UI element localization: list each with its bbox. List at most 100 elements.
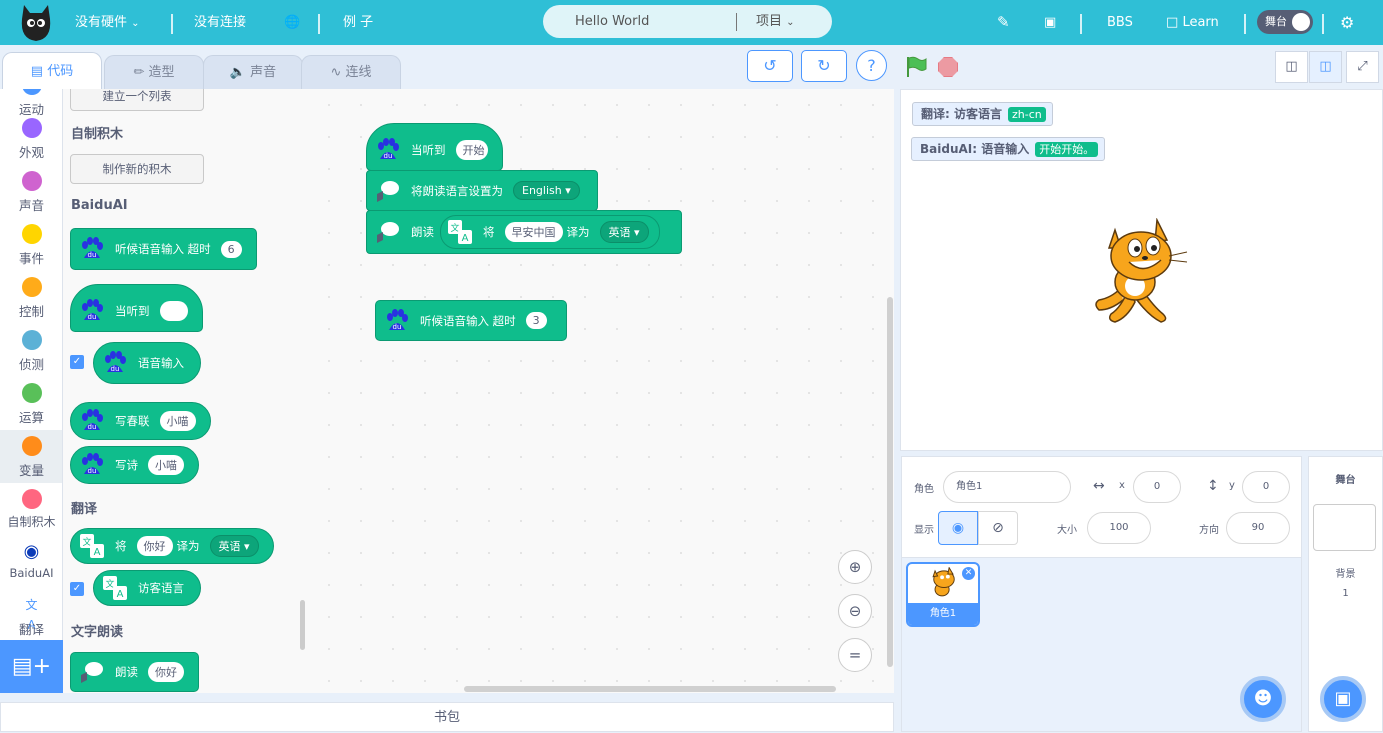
tab-code[interactable]: ▤ 代码: [2, 52, 102, 91]
block-couplet[interactable]: du 写春联 小喵: [70, 402, 211, 440]
help-button[interactable]: ?: [856, 50, 887, 81]
make-list-button[interactable]: 建立一个列表: [70, 89, 204, 111]
learn-link[interactable]: □ Learn: [1166, 0, 1219, 45]
direction-input[interactable]: 90: [1226, 512, 1290, 544]
category-variables[interactable]: 变量: [0, 430, 62, 483]
poem-input[interactable]: 小喵: [148, 455, 184, 475]
language-globe-icon[interactable]: 🌐: [284, 0, 300, 45]
category-my-blocks[interactable]: 自制积木: [0, 483, 62, 536]
fullscreen-button[interactable]: ⤢: [1346, 51, 1379, 83]
block-translate[interactable]: 文A 将 你好 译为 英语 ▾: [70, 528, 274, 564]
block-poem[interactable]: du 写诗 小喵: [70, 446, 199, 484]
ws-block-set-speak-language[interactable]: 将朗读语言设置为 English ▾: [366, 170, 598, 211]
cat-sprite[interactable]: [1091, 218, 1191, 324]
small-stage-button[interactable]: ◫: [1275, 51, 1308, 83]
sprite-thumbnail[interactable]: ✕ 角色1: [906, 562, 980, 627]
connection-menu[interactable]: 没有连接: [194, 0, 246, 45]
block-when-hear[interactable]: du 当听到: [70, 284, 203, 332]
zoom-out-button[interactable]: ⊖: [838, 594, 872, 628]
cat-logo-icon[interactable]: [18, 3, 54, 43]
tab-wiring[interactable]: ∿ 连线: [301, 55, 401, 91]
tab-costumes[interactable]: ✏ 造型: [104, 55, 204, 91]
category-sound[interactable]: 声音: [0, 165, 62, 218]
ws-block-speak-translated[interactable]: 朗读 文A 将 早安中国 译为 英语 ▾: [366, 210, 682, 254]
timeout-input[interactable]: 6: [220, 240, 242, 258]
ws-block-when-hear[interactable]: du 当听到 开始: [366, 123, 503, 171]
sprite-name-input[interactable]: 角色1: [943, 471, 1071, 503]
ws-timeout-input[interactable]: 3: [525, 312, 547, 329]
section-title-tts: 文字朗读: [71, 625, 124, 640]
undo-button[interactable]: ↺: [747, 50, 793, 82]
svg-text:du: du: [88, 313, 97, 321]
add-extension-button[interactable]: ▤+: [0, 640, 63, 693]
ws-translate-language-dropdown[interactable]: 英语 ▾: [599, 221, 649, 243]
ws-speak-language-dropdown[interactable]: English ▾: [513, 181, 580, 200]
y-input[interactable]: 0: [1242, 471, 1290, 503]
gear-icon[interactable]: ⚙: [1340, 0, 1354, 45]
workspace-horizontal-scrollbar[interactable]: [464, 686, 836, 692]
category-looks[interactable]: 外观: [0, 112, 62, 165]
stage[interactable]: 翻译: 访客语言 zh-cn BaiduAI: 语音输入 开始开始。: [900, 89, 1383, 451]
ws-translate-text-input[interactable]: 早安中国: [504, 222, 563, 242]
baidu-paw-icon: du: [82, 299, 103, 321]
block-speak[interactable]: 朗读 你好: [70, 652, 199, 692]
stage-thumbnail[interactable]: [1313, 504, 1376, 551]
hardware-menu[interactable]: 没有硬件 ⌄: [75, 0, 140, 45]
backpack[interactable]: 书包: [0, 702, 894, 732]
category-baiduai[interactable]: ◉ BaiduAI: [0, 536, 62, 589]
zoom-reset-button[interactable]: =: [838, 638, 872, 672]
category-operators[interactable]: 运算: [0, 377, 62, 430]
project-menu[interactable]: 项目 ⌄: [756, 5, 795, 39]
svg-text:du: du: [88, 251, 97, 259]
edit-pencil-icon[interactable]: ✎: [997, 0, 1010, 45]
block-speech-input[interactable]: du 语音输入: [93, 342, 201, 384]
hide-sprite-eye-icon[interactable]: ⊘: [978, 511, 1018, 545]
block-visitor-language[interactable]: 文A 访客语言: [93, 570, 201, 606]
visitor-language-checkbox[interactable]: ✓: [70, 582, 84, 596]
category-control[interactable]: 控制: [0, 271, 62, 324]
stage-mode-toggle[interactable]: 舞台: [1257, 10, 1313, 34]
translate-language-dropdown[interactable]: 英语 ▾: [209, 535, 259, 557]
make-block-button[interactable]: 制作新的积木: [70, 154, 204, 184]
size-input[interactable]: 100: [1087, 512, 1151, 544]
block-listen-timeout[interactable]: du 听候语音输入 超时 6: [70, 228, 257, 270]
stop-button[interactable]: [938, 57, 958, 77]
workspace-vertical-scrollbar[interactable]: [887, 297, 893, 667]
palette-scrollbar[interactable]: [300, 600, 305, 650]
speech-input-checkbox[interactable]: ✓: [70, 355, 84, 369]
category-events[interactable]: 事件: [0, 218, 62, 271]
translate-text-input[interactable]: 你好: [136, 536, 173, 556]
green-flag-icon[interactable]: [905, 56, 927, 78]
monitor-value: zh-cn: [1007, 107, 1046, 122]
ws-nested-translate-reporter[interactable]: 文A 将 早安中国 译为 英语 ▾: [440, 215, 660, 249]
category-sensing[interactable]: 侦测: [0, 324, 62, 377]
add-backdrop-button[interactable]: ▣: [1320, 676, 1366, 722]
baidu-paw-icon: du: [82, 409, 103, 431]
zoom-in-button[interactable]: ⊕: [838, 550, 872, 584]
delete-sprite-icon[interactable]: ✕: [962, 567, 975, 580]
project-title-input[interactable]: Hello World: [575, 5, 649, 38]
x-input[interactable]: 0: [1133, 471, 1181, 503]
monitor-visitor-language[interactable]: 翻译: 访客语言 zh-cn: [912, 102, 1053, 126]
svg-text:A: A: [117, 589, 124, 600]
couplet-input[interactable]: 小喵: [159, 411, 196, 431]
camera-icon[interactable]: ▣: [1044, 0, 1056, 45]
when-hear-input[interactable]: [159, 301, 188, 321]
sprite-thumb-label: 角色1: [908, 603, 978, 625]
show-sprite-eye-icon[interactable]: ◉: [938, 511, 978, 545]
ws-hear-input[interactable]: 开始: [455, 140, 488, 160]
divider: [318, 14, 320, 34]
category-translate[interactable]: 文A 翻译: [0, 589, 62, 642]
add-sprite-button[interactable]: ☻: [1240, 676, 1286, 722]
bbs-link[interactable]: BBS: [1107, 0, 1133, 45]
monitor-speech-input[interactable]: BaiduAI: 语音输入 开始开始。: [911, 137, 1106, 161]
examples-menu[interactable]: 例 子: [343, 0, 373, 45]
control-dot-icon: [21, 277, 42, 297]
redo-button[interactable]: ↻: [801, 50, 847, 82]
speak-text-input[interactable]: 你好: [148, 662, 184, 682]
baidu-paw-icon: du: [82, 237, 103, 259]
operators-dot-icon: [21, 383, 42, 403]
tab-sounds[interactable]: 🔈 声音: [203, 55, 303, 91]
ws-block-listen-timeout[interactable]: du 听候语音输入 超时 3: [375, 300, 567, 341]
normal-stage-button[interactable]: ◫: [1309, 51, 1342, 83]
